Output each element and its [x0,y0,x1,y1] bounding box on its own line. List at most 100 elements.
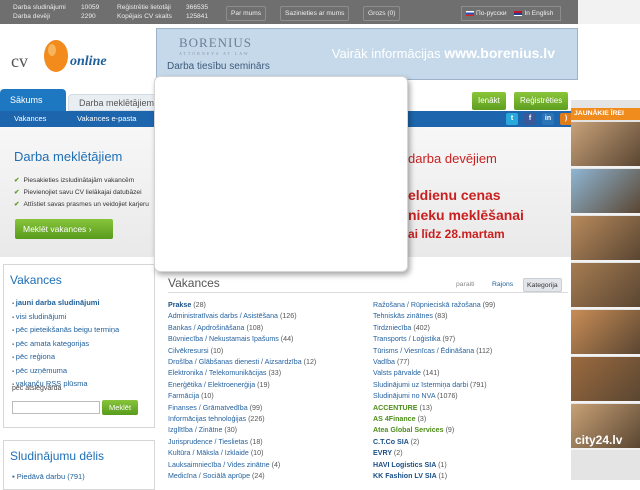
category-link[interactable]: Elektronika / Telekomunikācijas (33) [168,368,316,379]
rental-thumbnail[interactable] [571,169,640,215]
category-name: Medicīna / Sociālā aprūpe [168,472,251,481]
category-column-2: Ražošana / Rūpnieciskā ražošana (99) Tehn… [373,300,495,483]
category-count: (30) [224,426,238,435]
category-count: (2) [410,437,420,446]
category-link[interactable]: Enerģētika / Elektroenerģija (19) [168,380,316,391]
nav-item-email-vacancies[interactable]: Vakances e-pasta [77,111,136,127]
category-link[interactable]: Prakse (28) [168,300,316,311]
category-link[interactable]: Ražošana / Rūpnieciskā ražošana (99) [373,300,495,311]
category-count: (33) [268,369,282,378]
category-link[interactable]: ACCENTURE (13) [373,403,495,414]
rental-thumbnail[interactable] [571,216,640,262]
category-link[interactable]: Bankas / Apdrošināšana (108) [168,323,316,334]
about-link[interactable]: Par mums [226,6,267,21]
rental-thumbnail[interactable] [571,357,640,403]
category-link[interactable]: AS 4Finance (3) [373,414,495,425]
category-link[interactable]: Sludinājumi no NVA (1076) [373,391,495,402]
category-link[interactable]: Atea Global Services (9) [373,425,495,436]
tab-home[interactable]: Sākums [0,89,66,111]
search-vacancies-button[interactable]: Meklēt vakances › [15,219,113,239]
category-count: (44) [280,335,294,344]
vacancy-link[interactable]: visi sludinājumi [12,311,119,325]
category-link[interactable]: Izglītība / Zinātne (30) [168,425,316,436]
category-link[interactable]: Transports / Loģistika (97) [373,334,495,345]
keyword-input[interactable] [12,401,100,414]
category-count: (28) [193,301,206,309]
category-link[interactable]: Kultūra / Māksla / Izklaide (10) [168,448,316,459]
category-link[interactable]: Vadība (77) [373,357,495,368]
rental-thumbnail[interactable] [571,263,640,309]
site-logo[interactable]: cv online [8,34,118,84]
view-tab-category[interactable]: Kategorija [523,278,562,292]
category-count: (791) [470,380,487,389]
category-count: (3) [417,415,427,424]
check-icon: ✔ [14,189,20,196]
register-button[interactable]: Reģistrēties [514,92,569,110]
tab-job-seekers[interactable]: Darba meklētājiem [68,94,160,111]
category-count: (10) [250,449,264,458]
stat-value: 10059 [81,4,100,11]
vacancy-link[interactable]: pēc reģiona [12,351,119,365]
keyword-search-button[interactable]: Meklēt [102,400,138,415]
login-button[interactable]: Ienākt [472,92,506,110]
board-panel: Sludinājumu dēlis ▪ Piedāvā darbu (791) [3,440,155,490]
category-link[interactable]: Medicīna / Sociālā aprūpe (24) [168,471,316,482]
category-link[interactable]: Jurisprudence / Tieslietas (18) [168,437,316,448]
rental-thumbnail[interactable] [571,122,640,168]
category-name: Transports / Loģistika [373,335,441,344]
category-count: (1) [438,460,447,469]
category-link[interactable]: Tehniskās zinātnes (83) [373,311,495,322]
category-link[interactable]: Finanses / Grāmatvedība (99) [168,403,316,414]
category-count: (77) [396,358,410,367]
vacancy-link[interactable]: pēc uzņēmuma [12,365,119,379]
top-right-strip [578,0,640,24]
borenius-banner[interactable]: BORENIUS ATTORNEYS AT LAW Vairāk informāc… [156,28,578,80]
category-link[interactable]: C.T.Co SIA (2) [373,437,495,448]
facebook-icon[interactable]: f [524,113,536,125]
linkedin-icon[interactable]: in [542,113,554,125]
city24-logo[interactable]: city24.lv [575,433,622,447]
category-link[interactable]: HAVI Logistics SIA (1) [373,460,495,471]
category-count: (10) [201,392,214,401]
popup-dialog[interactable] [154,76,408,272]
category-link[interactable]: Būvniecība / Nekustamais īpašums (44) [168,334,316,345]
category-count: (83) [434,312,448,321]
view-tab-region[interactable]: Rajons [489,278,516,292]
category-link[interactable]: Farmācija (10) [168,391,316,402]
stat-value: 125841 [186,13,209,20]
category-link[interactable]: Administratīvais darbs / Asistēšana (126… [168,311,316,322]
category-link[interactable]: Drošība / Glābšanas dienesti / Aizsardzī… [168,357,316,368]
category-count: (12) [303,358,317,367]
vacancy-link[interactable]: pēc pieteikšanās beigu termiņa [12,324,119,338]
lang-en-link[interactable]: In English [524,10,553,17]
vacancy-link[interactable]: pēc amata kategorijas [12,338,119,352]
category-link[interactable]: Informācijas tehnoloģijas (226) [168,414,316,425]
category-link[interactable]: Tūrisms / Viesnīcas / Ēdināšana (112) [373,346,495,357]
stat-label: Reģistrētie lietotāji [117,4,171,11]
nav-item-vacancies[interactable]: Vakances [14,111,46,127]
category-count: (402) [413,323,430,332]
category-link[interactable]: Valsts pārvalde (141) [373,368,495,379]
category-link[interactable]: Tirdzniecība (402) [373,323,495,334]
category-name: Tehniskās zinātnes [373,312,433,321]
category-link[interactable]: Cilvēkresursi (10) [168,346,316,357]
category-count: (97) [442,335,456,344]
hero-bullet: ✔ Attīstiet savas prasmes un veidojiet ka… [14,199,149,211]
lang-ru-link[interactable]: По-русски [476,10,507,17]
stat-value: 2290 [81,13,96,20]
category-link[interactable]: EVRY (2) [373,448,495,459]
view-tab-show[interactable]: paraiti [453,278,478,292]
category-link[interactable]: Lauksaimniecība / Vides zinātne (4) [168,460,316,471]
cart-link[interactable]: Grozs (0) [363,6,401,21]
stat-label: Darba devēji [13,13,51,20]
vacancies-links: jauni darba sludinājumi visi sludinājumi… [12,297,119,392]
category-link[interactable]: Sludinājumi uz īstermiņa darbi (791) [373,380,495,391]
vacancy-link[interactable]: jauni darba sludinājumi [12,297,119,311]
contact-link[interactable]: Sazinieties ar mums [280,6,350,21]
category-link[interactable]: KK Fashion LV SIA (1) [373,471,495,482]
category-count: (1076) [437,392,458,401]
rental-thumbnail[interactable] [571,310,640,356]
banner-brand-sub: ATTORNEYS AT LAW [179,51,250,56]
twitter-icon[interactable]: t [506,113,518,125]
category-count: (19) [257,380,270,389]
